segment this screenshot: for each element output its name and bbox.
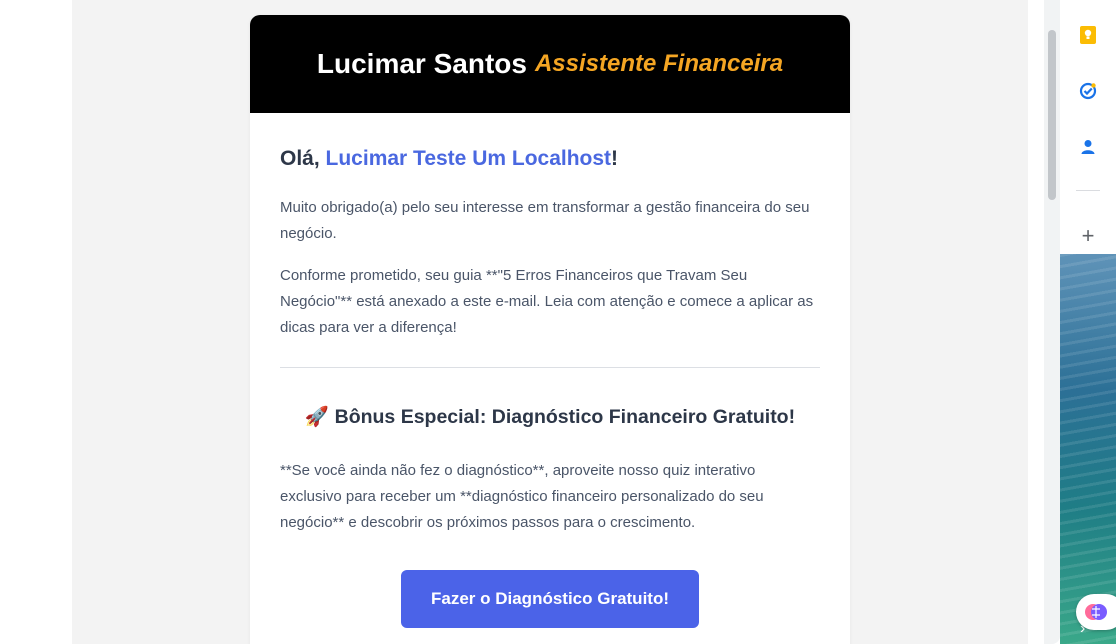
scrollbar-thumb[interactable] xyxy=(1048,30,1056,200)
left-margin xyxy=(0,0,72,644)
scrollbar[interactable] xyxy=(1044,0,1060,644)
greeting-suffix: ! xyxy=(611,147,619,170)
greeting: Olá, Lucimar Teste Um Localhost! xyxy=(280,145,820,173)
side-panel-wallpaper xyxy=(1060,254,1116,644)
greeting-prefix: Olá, xyxy=(280,147,326,170)
sender-role: Assistente Financeira xyxy=(534,50,784,77)
brain-extension-icon[interactable] xyxy=(1076,594,1116,630)
rocket-icon: 🚀 xyxy=(304,406,330,428)
add-icon[interactable]: + xyxy=(1074,222,1102,250)
right-margin xyxy=(1028,0,1044,644)
divider xyxy=(280,367,820,368)
bonus-title-text: Bônus Especial: Diagnóstico Financeiro G… xyxy=(334,406,796,428)
side-panel-divider xyxy=(1076,190,1100,191)
tasks-icon[interactable] xyxy=(1078,81,1098,101)
guide-paragraph: Conforme prometido, seu guia **"5 Erros … xyxy=(280,267,814,336)
side-panel: + › xyxy=(1060,0,1116,644)
email-viewer: Lucimar Santos Assistente Financeira Olá… xyxy=(72,0,1028,644)
keep-icon[interactable] xyxy=(1078,25,1098,45)
email-card: Lucimar Santos Assistente Financeira Olá… xyxy=(250,15,850,644)
cta-container: Fazer o Diagnóstico Gratuito! xyxy=(280,570,820,628)
diagnostic-cta-button[interactable]: Fazer o Diagnóstico Gratuito! xyxy=(400,570,700,628)
bonus-title: 🚀 Bônus Especial: Diagnóstico Financeiro… xyxy=(280,404,820,430)
contacts-icon[interactable] xyxy=(1078,137,1098,157)
email-body: Olá, Lucimar Teste Um Localhost! Muito o… xyxy=(250,113,850,628)
email-header: Lucimar Santos Assistente Financeira xyxy=(250,15,850,113)
bonus-paragraph: **Se você ainda não fez o diagnóstico**,… xyxy=(280,462,764,531)
lead-name: Lucimar Teste Um Localhost xyxy=(325,147,612,170)
thanks-paragraph: Muito obrigado(a) pelo seu interesse em … xyxy=(280,199,810,242)
sender-name: Lucimar Santos xyxy=(316,48,527,79)
